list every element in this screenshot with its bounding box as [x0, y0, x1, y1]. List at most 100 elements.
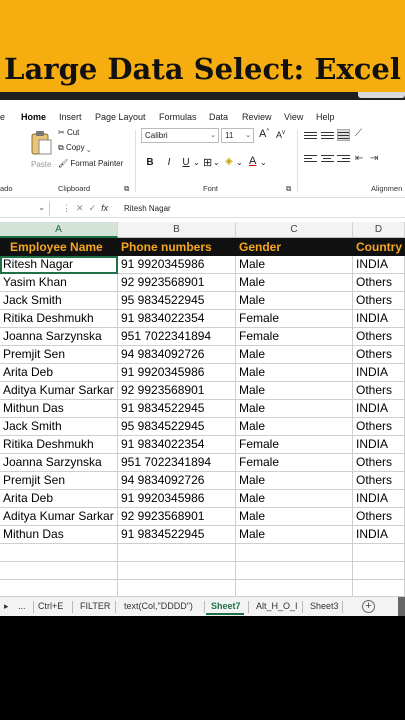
tab-review[interactable]: Review [242, 112, 272, 122]
grow-font-button[interactable]: A^ [259, 128, 269, 140]
confirm-icon[interactable]: ✓ [89, 203, 97, 213]
table-cell[interactable]: 94 9834092726 [118, 472, 236, 490]
table-cell[interactable]: Others [353, 454, 405, 472]
table-cell[interactable]: Others [353, 274, 405, 292]
table-cell[interactable]: Female [236, 436, 353, 454]
table-cell[interactable] [353, 562, 405, 580]
table-cell[interactable]: Mithun Das [0, 400, 118, 418]
table-cell[interactable]: 92 9923568901 [118, 274, 236, 292]
table-cell[interactable]: Female [236, 310, 353, 328]
name-box[interactable]: ⌄ [0, 202, 50, 216]
paste-button[interactable]: Paste [28, 130, 54, 174]
table-cell[interactable]: INDIA [353, 256, 405, 274]
table-cell[interactable]: Male [236, 292, 353, 310]
font-size-select[interactable]: 11 ⌄ [221, 128, 254, 143]
table-cell[interactable]: INDIA [353, 526, 405, 544]
table-cell[interactable]: Female [236, 454, 353, 472]
sheet-nav-icon[interactable]: ▸ [4, 601, 9, 612]
table-cell[interactable]: 94 9834092726 [118, 346, 236, 364]
table-cell[interactable]: Ritesh Nagar [0, 256, 118, 274]
table-cell[interactable]: Male [236, 364, 353, 382]
align-center-icon[interactable] [321, 153, 334, 165]
table-cell[interactable]: Male [236, 382, 353, 400]
font-name-select[interactable]: Calibri ⌄ [141, 128, 219, 143]
table-cell[interactable]: Joanna Sarzynska [0, 328, 118, 346]
table-cell[interactable]: Others [353, 346, 405, 364]
table-cell[interactable]: Aditya Kumar Sarkar [0, 508, 118, 526]
table-cell[interactable]: 95 9834522945 [118, 292, 236, 310]
window-control[interactable] [358, 92, 405, 98]
sheet-tab-sheet7[interactable]: Sheet7 [211, 601, 241, 611]
table-cell[interactable]: 92 9923568901 [118, 508, 236, 526]
cut-button[interactable]: ✂ Cut [58, 128, 79, 137]
orientation-icon[interactable]: ⟋ [355, 128, 362, 139]
font-launcher-icon[interactable]: ⧉ [286, 184, 291, 194]
table-cell[interactable]: Others [353, 418, 405, 436]
more-icon[interactable]: ⋮ [62, 203, 71, 213]
table-cell[interactable]: Ritika Deshmukh [0, 436, 118, 454]
table-cell[interactable] [236, 562, 353, 580]
header-employee-name[interactable]: Employee Name [0, 238, 118, 256]
table-cell[interactable]: Male [236, 274, 353, 292]
increase-indent-icon[interactable]: ⇥ [370, 153, 378, 164]
table-cell[interactable]: Male [236, 256, 353, 274]
format-painter-button[interactable]: 🖌 Format Painter [58, 159, 123, 168]
table-cell[interactable]: Others [353, 328, 405, 346]
tab-data[interactable]: Data [209, 112, 228, 122]
sheet-tab-text-col[interactable]: text(Col,"DDDD") [124, 601, 193, 611]
insert-function-icon[interactable]: fx [101, 203, 108, 213]
table-cell[interactable]: Premjit Sen [0, 472, 118, 490]
table-cell[interactable]: Male [236, 400, 353, 418]
align-bottom-icon[interactable] [337, 129, 350, 141]
table-cell[interactable]: 91 9834022354 [118, 436, 236, 454]
tab-formulas[interactable]: Formulas [159, 112, 197, 122]
table-cell[interactable] [118, 562, 236, 580]
formula-input[interactable]: Ritesh Nagar [124, 204, 171, 213]
table-cell[interactable]: Others [353, 292, 405, 310]
table-cell[interactable] [0, 544, 118, 562]
table-cell[interactable]: Female [236, 328, 353, 346]
table-cell[interactable]: Male [236, 418, 353, 436]
tab-view[interactable]: View [284, 112, 303, 122]
table-cell[interactable]: Others [353, 382, 405, 400]
align-middle-icon[interactable] [321, 130, 334, 142]
table-cell[interactable] [353, 544, 405, 562]
tab-file[interactable]: e [0, 112, 5, 122]
table-cell[interactable]: 91 9920345986 [118, 364, 236, 382]
table-cell[interactable]: 91 9834522945 [118, 526, 236, 544]
table-cell[interactable]: 91 9920345986 [118, 490, 236, 508]
table-cell[interactable]: Arita Deb [0, 490, 118, 508]
table-cell[interactable]: Male [236, 346, 353, 364]
table-cell[interactable]: 91 9920345986 [118, 256, 236, 274]
table-cell[interactable]: INDIA [353, 490, 405, 508]
table-cell[interactable]: Premjit Sen [0, 346, 118, 364]
underline-button[interactable]: U [179, 157, 193, 168]
table-cell[interactable]: 91 9834522945 [118, 400, 236, 418]
table-cell[interactable] [0, 562, 118, 580]
table-cell[interactable]: Male [236, 472, 353, 490]
table-cell[interactable]: 951 7022341894 [118, 454, 236, 472]
table-cell[interactable]: INDIA [353, 364, 405, 382]
chevron-down-icon[interactable]: ⌄ [260, 158, 267, 167]
column-header-a[interactable]: A [0, 222, 118, 238]
column-header-d[interactable]: D [353, 222, 405, 238]
table-cell[interactable]: INDIA [353, 400, 405, 418]
tab-insert[interactable]: Insert [59, 112, 82, 122]
sheet-tab-filter[interactable]: FILTER [80, 601, 110, 611]
chevron-down-icon[interactable]: ⌄ [193, 158, 200, 167]
align-left-icon[interactable] [304, 153, 317, 165]
header-phone-numbers[interactable]: Phone numbers [118, 238, 236, 256]
cancel-icon[interactable]: ✕ [76, 203, 84, 213]
align-right-icon[interactable] [337, 153, 350, 165]
table-cell[interactable]: Male [236, 490, 353, 508]
clipboard-launcher-icon[interactable]: ⧉ [124, 184, 129, 194]
sheet-tab-more[interactable]: ... [18, 601, 26, 611]
table-cell[interactable] [236, 544, 353, 562]
table-cell[interactable]: 92 9923568901 [118, 382, 236, 400]
fill-color-icon[interactable]: ◈ [225, 156, 233, 167]
table-cell[interactable]: Ritika Deshmukh [0, 310, 118, 328]
table-cell[interactable] [118, 544, 236, 562]
table-cell[interactable]: Joanna Sarzynska [0, 454, 118, 472]
column-header-c[interactable]: C [236, 222, 353, 238]
table-cell[interactable]: Others [353, 472, 405, 490]
